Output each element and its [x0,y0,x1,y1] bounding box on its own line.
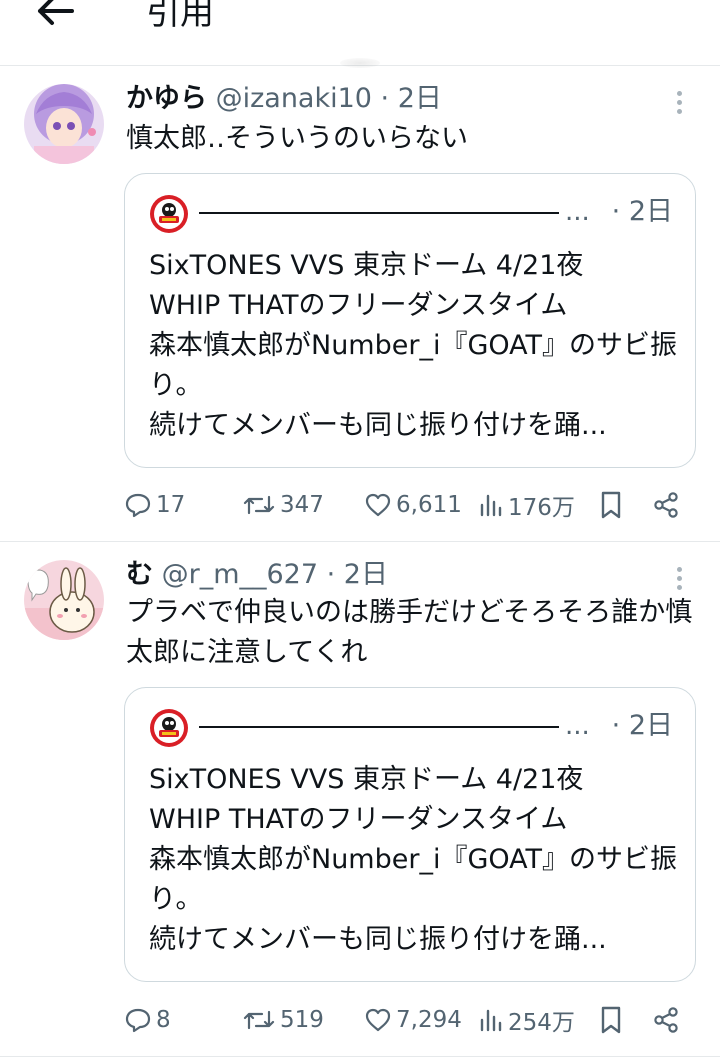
separator-dot: · [371,83,398,114]
quoted-timestamp[interactable]: · 2日 [612,194,673,230]
heart-icon [365,1008,391,1032]
tweet[interactable]: かゆら @izanaki10 · 2日 慎太郎‥そういうのいらない ——————… [0,67,720,542]
display-name[interactable]: む [126,559,153,590]
back-arrow-icon [38,0,74,25]
like-count: 7,294 [396,1007,462,1033]
more-vertical-icon[interactable] [664,89,694,119]
like-count: 6,611 [396,492,462,518]
user-handle[interactable]: @r_m__627 [162,559,318,590]
repost-button[interactable]: 519 [242,1000,324,1040]
repost-button[interactable]: 347 [242,485,324,525]
quoted-avatar[interactable] [149,708,189,748]
more-vertical-icon[interactable] [664,565,694,595]
quoted-author-ellipsis: ... [565,711,590,741]
display-name[interactable]: かゆら [126,83,207,114]
avatar-image [24,560,104,640]
quoted-author-line: ————————————————— ... · 2日 [199,706,683,746]
share-icon [654,492,678,518]
page-title: 引用 [146,0,214,33]
share-icon [654,1007,678,1033]
tweet[interactable]: む @r_m__627 · 2日 プラベで仲良いのは勝手だけどそろそろ誰か慎太郎… [0,543,720,1057]
quoted-avatar-image [150,709,188,747]
reply-button[interactable]: 17 [124,485,185,525]
timestamp[interactable]: 2日 [398,83,442,114]
timestamp[interactable]: 2日 [344,559,388,590]
views-bar-chart-icon [480,1009,502,1032]
repost-icon [243,495,275,515]
action-bar: 8 519 7,294 254万 [124,1000,694,1040]
quoted-text: SixTONES VVS 東京ドーム 4/21夜 WHIP THATのフリーダン… [149,764,678,955]
quoted-avatar-image [150,195,188,233]
reply-icon [125,1008,151,1033]
user-handle[interactable]: @izanaki10 [216,83,372,114]
repost-count: 347 [280,492,324,518]
views-bar-chart-icon [480,494,502,517]
avatar-image [24,84,104,164]
view-count: 254万 [508,1010,575,1036]
top-bar: 引用 [0,0,720,68]
heart-icon [365,493,391,517]
like-button[interactable]: 7,294 [364,1000,462,1040]
reply-count: 8 [156,1007,171,1033]
quoted-timestamp[interactable]: · 2日 [612,708,673,744]
separator-dot: · [318,559,344,590]
share-button[interactable] [652,1000,680,1040]
back-button[interactable] [32,0,80,34]
tweet-text: 慎太郎‥そういうのいらない [126,123,469,154]
avatar[interactable] [24,84,104,164]
reply-icon [125,493,151,518]
action-bar: 17 347 6,611 176万 [124,485,694,525]
quoted-text: SixTONES VVS 東京ドーム 4/21夜 WHIP THATのフリーダン… [149,250,678,441]
quoted-author-name[interactable]: ————————————————— [199,212,559,214]
share-button[interactable] [652,485,680,525]
quote-tweet-card[interactable]: ————————————————— ... · 2日 SixTONES VVS … [124,687,696,982]
avatar[interactable] [24,560,104,640]
bookmark-icon [601,1006,621,1034]
quoted-avatar[interactable] [149,194,189,234]
repost-count: 519 [280,1007,324,1033]
quoted-author-line: ————————————————— ... · 2日 [199,192,683,232]
bookmark-button[interactable] [598,1000,624,1040]
views-button[interactable]: 254万 [478,1000,575,1040]
quoted-author-ellipsis: ... [565,197,590,227]
user-line: かゆら @izanaki10 · 2日 [126,81,442,117]
view-count: 176万 [508,495,575,521]
quote-tweet-card[interactable]: ————————————————— ... · 2日 SixTONES VVS … [124,173,696,468]
tweet-text: プラベで仲良いのは勝手だけどそろそろ誰か慎太郎に注意してくれ [126,597,693,668]
user-line: む @r_m__627 · 2日 [126,557,388,593]
repost-icon [243,1010,275,1030]
bookmark-button[interactable] [598,485,624,525]
reply-button[interactable]: 8 [124,1000,171,1040]
quoted-author-name[interactable]: ————————————————— [199,726,559,728]
bookmark-icon [601,491,621,519]
views-button[interactable]: 176万 [478,485,575,525]
reply-count: 17 [156,492,186,518]
like-button[interactable]: 6,611 [364,485,462,525]
